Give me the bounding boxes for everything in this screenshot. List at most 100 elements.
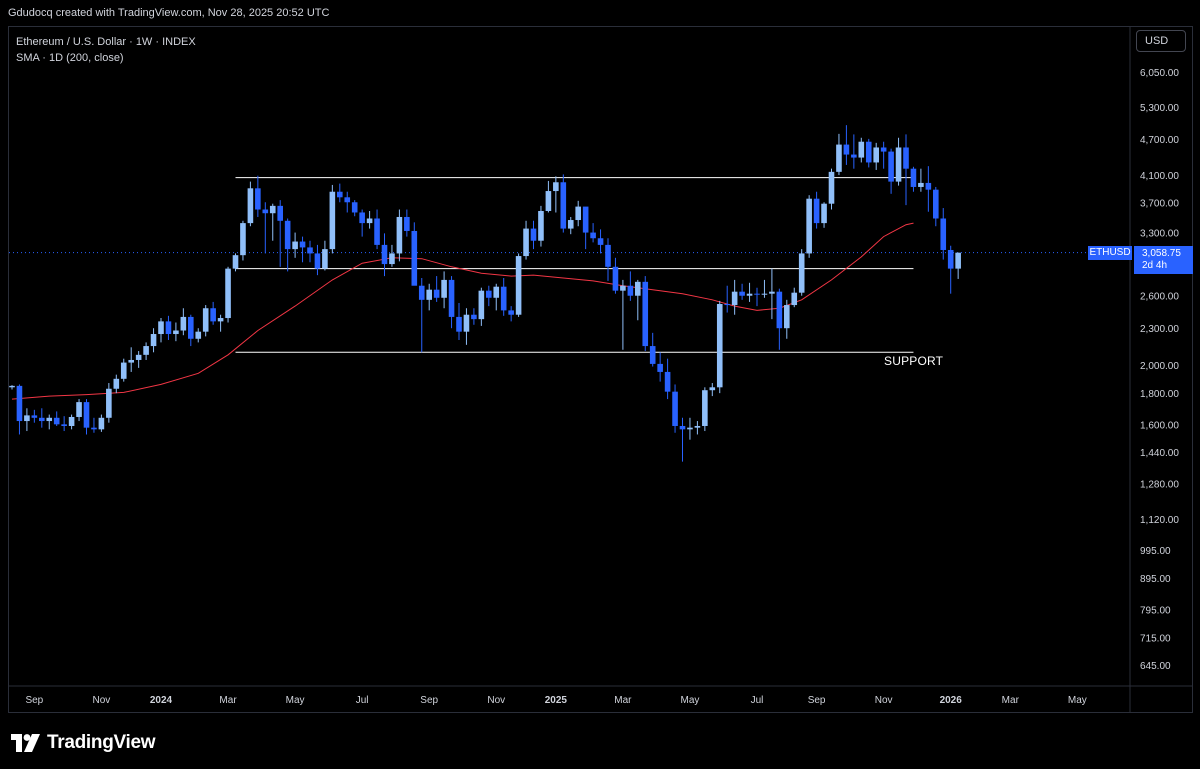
candle [433,276,440,302]
candle-body [202,308,209,332]
candle [322,240,328,271]
candle-body [873,147,879,163]
candle [135,351,142,368]
candle [769,268,775,320]
candle-body [530,228,537,241]
tradingview-logo[interactable]: TradingView [11,732,156,754]
candle [515,253,522,317]
candle [560,174,567,233]
candle [61,416,67,432]
price-tick-label: 1,120.00 [1140,515,1179,526]
candle-body [471,314,477,320]
candle-body [98,417,105,430]
candle-body [858,141,865,158]
candle [441,271,447,309]
candle [746,282,753,302]
candle [500,277,507,316]
candle [337,183,343,203]
price-tick-label: 2,300.00 [1140,324,1179,335]
horizontal-levels [9,177,1130,353]
candle-body [657,363,663,372]
candle-body [731,291,738,306]
candle [672,384,678,433]
candle [83,399,90,435]
price-tick-label: 715.00 [1140,634,1171,645]
candle [91,417,97,433]
candle-body [143,346,149,355]
candle-body [255,188,261,210]
candle-body [597,238,604,245]
candle [836,133,842,176]
price-tick-label: 3,300.00 [1140,229,1179,240]
candle-body [188,316,194,339]
candle-body [113,378,120,389]
candle-body [933,189,939,219]
candle [754,287,760,307]
time-tick-label: 2024 [150,695,173,706]
candle-body [515,256,522,315]
currency-button[interactable]: USD [1136,30,1186,52]
candle-body [903,147,909,169]
candle [106,383,112,423]
candle-body [232,255,239,269]
time-tick-label: Jul [751,695,764,706]
candle [351,200,358,217]
candle [724,285,730,313]
candle-body [642,281,649,347]
indicator-title[interactable]: SMA · 1D (200, close) [16,50,196,66]
candle [374,209,380,250]
candle-body [262,209,269,214]
candle [307,240,313,263]
time-tick-label: Mar [219,695,237,706]
candle-body [716,304,723,388]
candle-body [180,316,187,331]
candle [426,283,432,311]
time-tick-label: Sep [25,695,43,706]
candle [359,209,365,237]
candle [679,417,686,462]
candle [933,186,939,227]
candle [649,332,656,367]
candle-body [31,415,38,418]
candle-body [895,147,902,182]
candle-body [538,210,544,241]
candle-body [486,290,492,298]
candle [39,408,45,428]
candle [277,200,283,267]
candle [389,244,395,267]
candle-body [739,291,745,296]
candle [9,385,15,390]
price-tick-label: 6,050.00 [1140,68,1179,79]
candle [903,134,909,206]
candle-body [605,244,611,267]
candle-body [277,205,283,221]
candle [68,414,75,430]
candle [456,302,462,340]
candle [381,233,388,277]
candle [895,137,902,186]
candle [635,279,641,321]
time-tick-label: Nov [875,695,893,706]
price-tick-label: 2,600.00 [1140,292,1179,303]
candle [411,222,418,286]
candle [567,216,574,235]
candle-body [635,281,641,296]
candle [694,421,701,435]
candle [292,232,298,258]
candlestick-chart[interactable]: 6,050.00 5,300.00 4,700.00 4,100.00 3,700.00… [0,0,1200,713]
price-tick-label: 3,700.00 [1140,198,1179,209]
candle-body [9,385,15,388]
time-tick-label: May [680,695,699,706]
candle-body [329,191,336,250]
symbol-title[interactable]: Ethereum / U.S. Dollar · 1W · INDEX [16,34,196,50]
candle-body [433,289,440,298]
price-tick-label: 5,300.00 [1140,103,1179,114]
candle-body [225,268,231,319]
candle [448,276,455,329]
price-tick-label: 1,600.00 [1140,420,1179,431]
price-tick-label: 895.00 [1140,574,1171,585]
candle-body [798,253,805,293]
candle-body [24,415,30,422]
price-tick-label: 4,700.00 [1140,135,1179,146]
candle [188,314,194,347]
